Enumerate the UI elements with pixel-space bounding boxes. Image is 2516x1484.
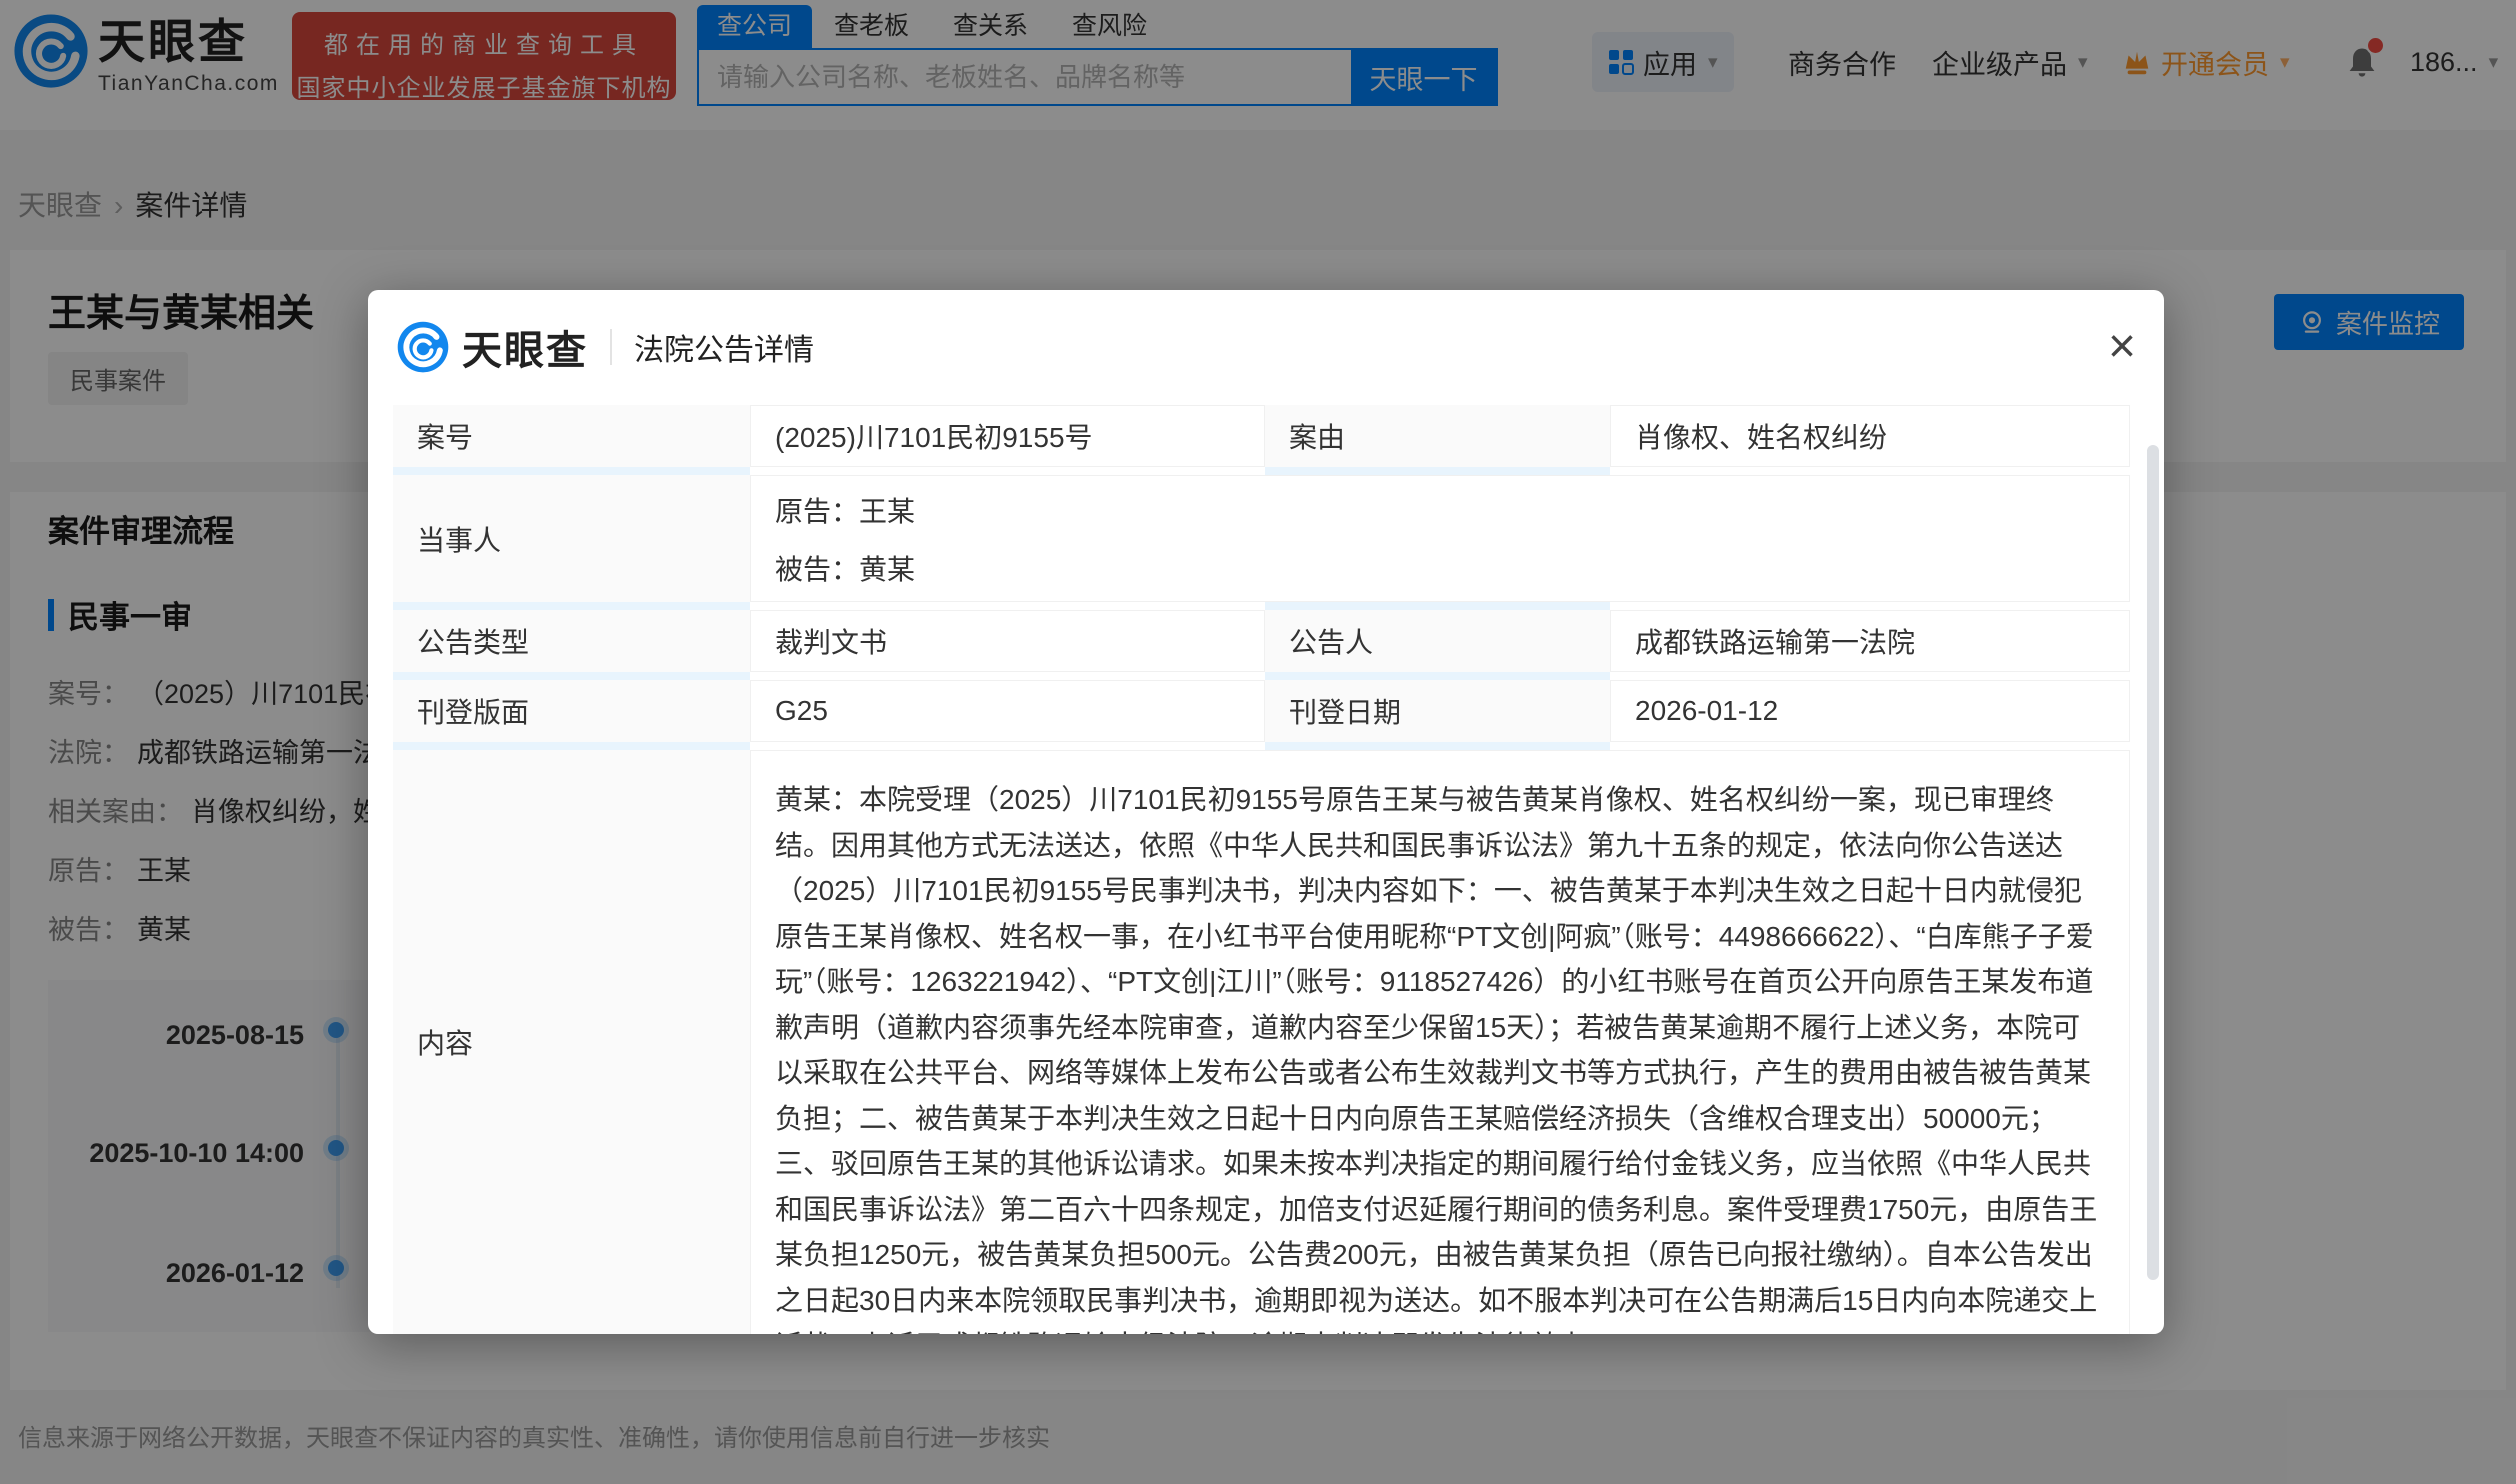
case-no-label-cell: 案号 — [393, 405, 750, 467]
publish-date-label-cell: 刊登日期 — [1265, 680, 1610, 742]
modal-scrollbar[interactable] — [2147, 445, 2159, 1280]
publish-page-value-cell: G25 — [750, 680, 1265, 742]
plaintiff-line: 原告：王某 — [775, 495, 916, 527]
tianyancha-logo-icon — [397, 321, 449, 373]
defendant-line: 被告：黄某 — [775, 553, 916, 585]
cause-value-cell: 肖像权、姓名权纠纷 — [1610, 405, 2130, 467]
close-icon[interactable]: × — [2108, 323, 2136, 371]
row-separator — [393, 742, 750, 750]
announcer-label-cell: 公告人 — [1265, 610, 1610, 672]
row-separator — [393, 602, 750, 610]
type-value-cell: 裁判文书 — [750, 610, 1265, 672]
modal-title: 法院公告详情 — [634, 334, 814, 367]
case-no-value-cell: (2025)川7101民初9155号 — [750, 405, 1265, 467]
app-root: 天眼查 TianYanCha.com 都在用的商业查询工具 国家中小企业发展子基… — [0, 0, 2516, 1484]
modal-header-divider — [610, 329, 612, 365]
court-announcement-modal: 天眼查 法院公告详情 × 案号 (2025)川7101民初9155号 案由 肖像… — [368, 290, 2164, 1334]
parties-label-cell: 当事人 — [393, 475, 750, 602]
announcement-table: 案号 (2025)川7101民初9155号 案由 肖像权、姓名权纠纷 当事人 原… — [393, 405, 2130, 1334]
content-label-cell: 内容 — [393, 750, 750, 1334]
type-label-cell: 公告类型 — [393, 610, 750, 672]
row-separator — [393, 672, 750, 680]
publish-page-label-cell: 刊登版面 — [393, 680, 750, 742]
row-separator — [393, 467, 750, 475]
modal-header: 天眼查 法院公告详情 × — [368, 290, 2164, 404]
modal-brand-name: 天眼查 — [462, 329, 588, 373]
announcer-value-cell: 成都铁路运输第一法院 — [1610, 610, 2130, 672]
cause-label-cell: 案由 — [1265, 405, 1610, 467]
parties-value-cell: 原告：王某 被告：黄某 — [750, 475, 2130, 602]
publish-date-value-cell: 2026-01-12 — [1610, 680, 2130, 742]
content-value-cell: 黄某：本院受理（2025）川7101民初9155号原告王某与被告黄某肖像权、姓名… — [750, 750, 2130, 1334]
